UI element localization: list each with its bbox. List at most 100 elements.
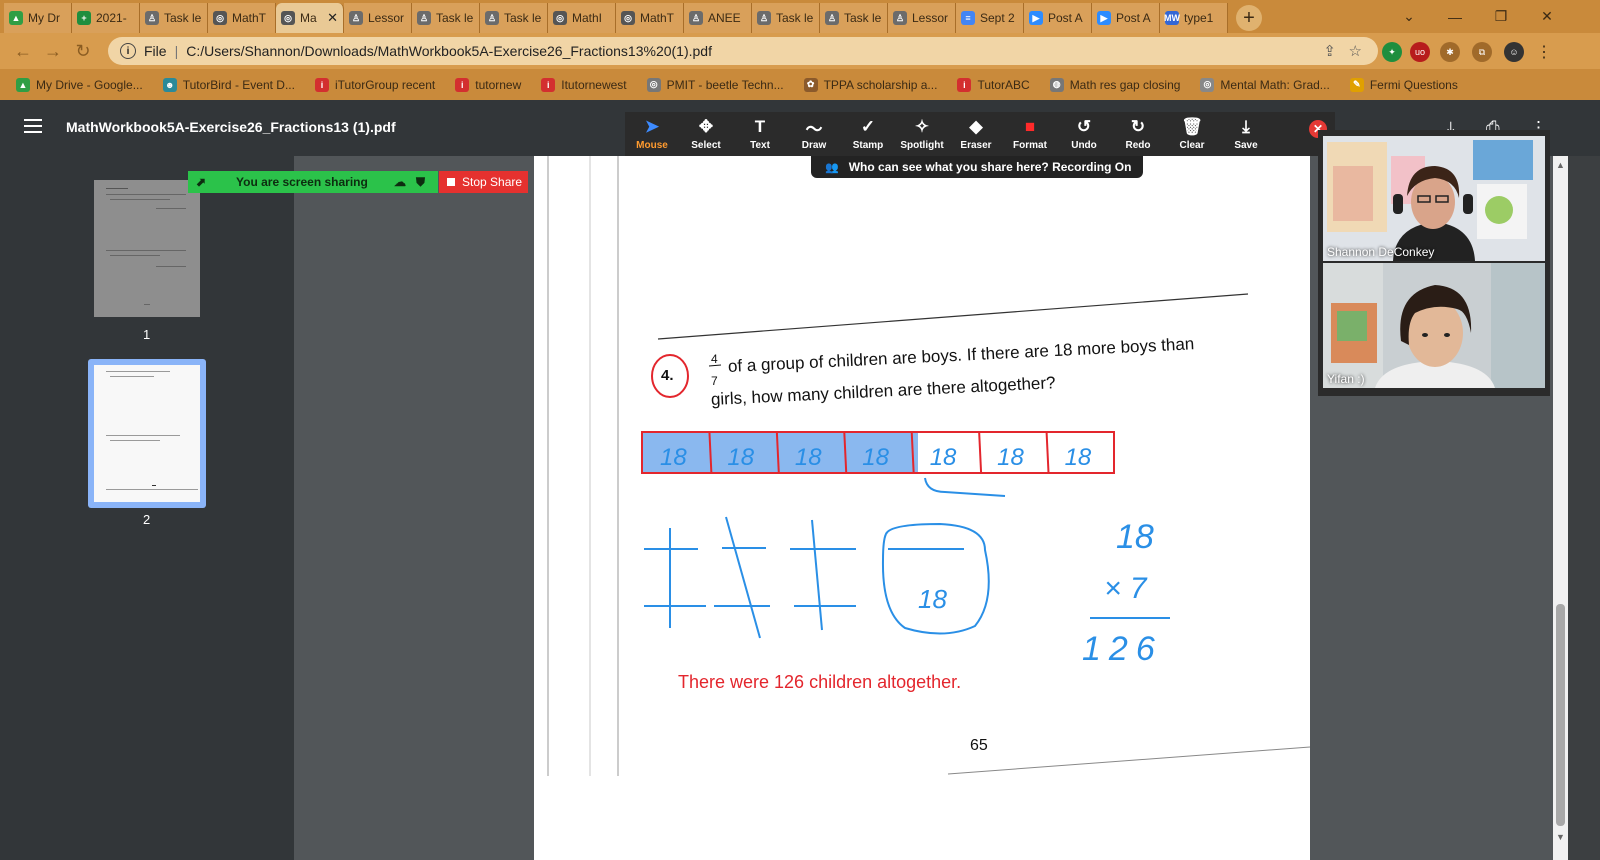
bookmark-label: Mental Math: Grad... (1220, 77, 1330, 92)
pdf-page[interactable]: 4. 4 7 of a group of children are boys. … (534, 156, 1310, 860)
annotate-tool-clear[interactable]: 🗑 Clear (1165, 112, 1219, 156)
bookmark-favicon-icon: ◍ (1049, 77, 1064, 92)
tab-label: Lessor (912, 11, 949, 25)
address-prefix: File (144, 43, 167, 59)
forward-icon[interactable]: → (38, 36, 68, 66)
url-text[interactable]: C:/Users/Shannon/Downloads/MathWorkbook5… (186, 43, 712, 59)
participant-name-2: Yifan :) (1327, 372, 1365, 386)
bookmark-item[interactable]: ◎ PMIT - beetle Techn... (646, 77, 784, 92)
scroll-down-icon[interactable]: ▼ (1556, 832, 1565, 842)
browser-tab[interactable]: ≡ Sept 2 (956, 3, 1024, 33)
share-page-icon[interactable]: ⇪ (1323, 42, 1336, 60)
tab-favicon-icon: ♙ (689, 11, 703, 25)
bookmark-label: iTutorGroup recent (334, 77, 436, 92)
bar-unit-label: 18 (862, 444, 889, 471)
annotate-tool-select[interactable]: ✥ Select (679, 112, 733, 156)
extension-puzzle-icon[interactable]: ✦ (1382, 42, 1402, 62)
new-tab-button[interactable]: + (1236, 5, 1262, 31)
scroll-up-icon[interactable]: ▲ (1556, 160, 1565, 170)
participant-video-2[interactable]: Yifan :) (1323, 263, 1545, 388)
close-window-icon[interactable]: ✕ (1524, 0, 1570, 33)
bookmark-item[interactable]: ✎ Fermi Questions (1349, 77, 1458, 92)
annotate-tool-eraser[interactable]: ◆ Eraser (949, 112, 1003, 156)
browser-tab[interactable]: +2021- (72, 3, 140, 33)
bookmark-star-icon[interactable]: ☆ (1349, 42, 1362, 60)
browser-tab[interactable]: ♙ Task le (140, 3, 208, 33)
bookmark-item[interactable]: ◎ Mental Math: Grad... (1200, 77, 1330, 92)
unit-sketches (644, 516, 1170, 639)
bookmark-label: TPPA scholarship a... (823, 77, 938, 92)
annotate-tool-redo[interactable]: ↻ Redo (1111, 112, 1165, 156)
annotate-tool-mouse[interactable]: ➤ Mouse (625, 112, 679, 156)
extension-gear-icon[interactable]: ✱ (1440, 42, 1460, 62)
hamburger-menu-icon[interactable] (24, 119, 42, 133)
bookmark-item[interactable]: i Itutornewest (541, 77, 627, 92)
tab-favicon-icon: ♙ (485, 11, 499, 25)
bookmark-item[interactable]: ☻ TutorBird - Event D... (162, 77, 295, 92)
browser-tab[interactable]: ◎ Ma ✕ (276, 3, 344, 33)
browser-tab[interactable]: ▶ Post A (1024, 3, 1092, 33)
recording-notice-text: Who can see what you share here? Recordi… (848, 160, 1132, 174)
browser-tab[interactable]: ♙ Task le (480, 3, 548, 33)
page-thumbnail-1[interactable] (94, 180, 200, 317)
tab-label: Task le (504, 11, 542, 25)
page-thumbnail-2[interactable] (94, 365, 200, 502)
browser-tab[interactable]: ♙ Task le (412, 3, 480, 33)
annotate-tool-undo[interactable]: ↺ Undo (1057, 112, 1111, 156)
tab-label: Lessor (368, 11, 405, 25)
annotate-tool-text[interactable]: T Text (733, 112, 787, 156)
annotate-tool-draw[interactable]: 〜 Draw (787, 112, 841, 156)
browser-tab[interactable]: ♙ Task le (820, 3, 888, 33)
mouse-icon: ➤ (644, 117, 660, 136)
tab-search-icon[interactable]: ⌄ (1386, 0, 1432, 33)
screen-sharing-bar[interactable]: ⬈ You are screen sharing ☁ ⛊ (188, 171, 438, 193)
bookmark-favicon-icon: ✎ (1349, 77, 1364, 92)
tab-label: MathT (232, 11, 267, 25)
annotate-tool-stamp[interactable]: ✓ Stamp (841, 112, 895, 156)
close-tab-icon[interactable]: ✕ (327, 10, 338, 26)
address-separator: | (174, 43, 179, 59)
bookmark-item[interactable]: ▲ My Drive - Google... (16, 77, 143, 92)
info-icon[interactable]: i (120, 43, 136, 59)
question-line-1: of a group of children are boys. If ther… (727, 334, 1194, 376)
stop-share-button[interactable]: Stop Share (439, 171, 528, 193)
chrome-menu-icon[interactable]: ⋮ (1534, 42, 1554, 62)
annotate-tool-label: Draw (801, 140, 827, 151)
bookmark-label: Math res gap closing (1069, 77, 1181, 92)
restore-icon[interactable]: ❐ (1478, 0, 1524, 33)
reload-icon[interactable]: ↻ (68, 36, 98, 66)
browser-tab[interactable]: ▲ My Dr (4, 3, 72, 33)
annotate-tool-label: Text (750, 140, 770, 151)
browser-tab[interactable]: ♙ Task le (752, 3, 820, 33)
browser-tab[interactable]: ♙ Lessor (888, 3, 956, 33)
browser-tab[interactable]: MW type1 (1160, 3, 1228, 33)
scrollbar-thumb[interactable] (1556, 604, 1565, 826)
tab-favicon-icon: ◎ (281, 11, 295, 25)
extensions-icon[interactable]: ⧉ (1472, 42, 1492, 62)
tab-label: Sept 2 (980, 11, 1015, 25)
browser-tab[interactable]: ▶ Post A (1092, 3, 1160, 33)
back-icon[interactable]: ← (8, 36, 38, 66)
browser-tab[interactable]: ◎ MathI (548, 3, 616, 33)
minimize-icon[interactable]: — (1432, 0, 1478, 33)
address-bar[interactable]: i File | C:/Users/Shannon/Downloads/Math… (108, 37, 1378, 65)
bookmark-item[interactable]: ✿ TPPA scholarship a... (803, 77, 938, 92)
question-line-2: girls, how many children are there altog… (710, 373, 1055, 409)
participant-video-2-frame (1323, 263, 1545, 388)
bookmark-item[interactable]: i tutornew (455, 77, 522, 92)
bookmark-label: tutornew (475, 77, 522, 92)
profile-avatar-icon[interactable]: ☺ (1504, 42, 1524, 62)
recording-notice[interactable]: 👥 Who can see what you share here? Recor… (811, 156, 1143, 178)
bookmark-item[interactable]: i TutorABC (957, 77, 1030, 92)
bookmark-item[interactable]: i iTutorGroup recent (314, 77, 436, 92)
annotate-tool-format[interactable]: ■ Format (1003, 112, 1057, 156)
browser-tab[interactable]: ♙ ANEE (684, 3, 752, 33)
ublock-icon[interactable]: uo (1410, 42, 1430, 62)
browser-tab[interactable]: ◎ MathT (208, 3, 276, 33)
browser-tab[interactable]: ♙ Lessor (344, 3, 412, 33)
browser-tab[interactable]: ◎ MathT (616, 3, 684, 33)
annotate-tool-spotlight[interactable]: ✧ Spotlight (895, 112, 949, 156)
bookmark-item[interactable]: ◍ Math res gap closing (1049, 77, 1181, 92)
annotate-tool-save[interactable]: ⤓ Save (1219, 112, 1273, 156)
participant-video-1[interactable]: Shannon DeConkey (1323, 136, 1545, 261)
